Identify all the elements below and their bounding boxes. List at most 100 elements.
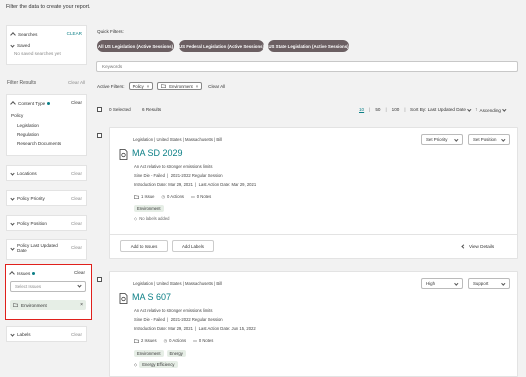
content-type-clear-button[interactable]: Clear [71,100,82,105]
selected-count: 0 Selected [109,107,131,112]
policy-last-updated-panel[interactable]: Policy Last Updated Date Clear [6,239,87,260]
quick-filter-all-us[interactable]: All US Legislation (Active Sessions) [97,40,174,52]
notes-icon: ▭ [191,194,195,199]
notes-count[interactable]: 0 Notes [199,338,213,343]
labels-line: ◇ Energy Efficiency [134,361,178,368]
actions-icon: ◷ [161,194,166,199]
priority-select[interactable]: Set Priority [421,134,463,145]
page-size-selector: 10 | 50 | 100 | [359,107,406,112]
policy-position-panel[interactable]: Policy Position Clear [6,215,87,231]
result-card: Legislation | United States | Massachuse… [109,127,518,259]
issue-chip-label: Environment [21,302,47,308]
sort-order-toggle[interactable]: ↑ Ascending [475,107,507,113]
active-dot-icon [47,101,51,105]
chevron-down-icon [10,43,15,48]
locations-clear-button[interactable]: Clear [71,171,82,176]
notes-count[interactable]: 0 Notes [197,194,211,199]
content-type-group[interactable]: Policy [11,113,23,118]
actions-count[interactable]: 0 Actions [169,338,186,343]
searches-clear-button[interactable]: CLEAR [67,31,82,36]
position-select[interactable]: Set Position [468,134,510,145]
result-breadcrumb: Legislation | United States | Massachuse… [133,281,222,286]
labels-line: ◇ No labels added [134,216,170,221]
page-size-option[interactable]: 100 [392,107,400,112]
content-type-option[interactable]: Research Documents [17,141,61,146]
policy-priority-title: Policy Priority [17,196,45,201]
policy-last-updated-clear-button[interactable]: Clear [71,245,82,250]
chevron-up-icon [10,32,16,38]
content-type-option[interactable]: Legislation [17,123,39,128]
folder-icon [134,194,139,199]
issue-chip-environment: Environment × [10,300,86,310]
select-all-checkbox[interactable] [97,107,102,112]
actions-count[interactable]: 0 Actions [167,194,184,199]
folder-icon [13,303,18,307]
sort-by-label: Sort By: Last Updated Date [410,107,466,112]
searches-header[interactable]: Searches [10,31,38,38]
quick-filter-us-state[interactable]: US State Legislation (Active Sessions) [268,40,349,52]
sort-order-label: Ascending [479,107,501,113]
labels-panel[interactable]: Labels Clear [6,326,87,342]
clear-all-filters-button[interactable]: Clear All [68,80,85,85]
issues-title: Issues [17,270,31,276]
issue-tags: Environment Energy [134,350,186,357]
priority-value: High [426,281,436,286]
issue-tag: Energy [166,350,186,357]
add-to-issues-button[interactable]: Add to Issues [120,240,168,252]
content-type-option[interactable]: Regulation [17,132,39,137]
priority-select[interactable]: High [421,278,463,289]
chevron-down-icon [467,107,472,111]
policy-position-clear-button[interactable]: Clear [71,221,82,226]
labels-clear-button[interactable]: Clear [71,332,82,337]
policy-priority-clear-button[interactable]: Clear [71,196,82,201]
position-select[interactable]: Support [468,278,510,289]
label-tag: Energy Efficiency [139,361,178,368]
remove-filter-icon[interactable]: × [196,84,198,89]
bill-status-line: Sine Die - Failed | 2021-2022 Regular Se… [134,173,223,178]
issue-tag: Environment [134,350,164,357]
bill-id-link[interactable]: MA S 607 [132,292,171,302]
filter-results-title: Filter Results [7,80,37,86]
chevron-down-icon [10,332,15,337]
result-checkbox[interactable] [97,133,102,138]
view-details-link[interactable]: View Details [461,244,494,249]
content-type-header[interactable]: Content Type [10,100,51,107]
chevron-down-icon [454,281,459,285]
chevron-left-icon [461,244,466,249]
active-filter-chip-environment: Environment × [157,82,203,90]
searches-title: Searches [18,31,38,37]
locations-panel[interactable]: Locations Clear [6,165,87,181]
page-size-option[interactable]: 10 [359,107,364,112]
page-size-option[interactable]: 50 [375,107,380,112]
labels-title: Labels [17,332,31,337]
content-type-panel: Content Type Clear Policy Legislation Re… [6,94,87,156]
bill-id-link[interactable]: MA SD 2029 [132,148,183,158]
active-filters-bar: Active Filters: Policy × Environment × C… [97,82,225,90]
issues-clear-button[interactable]: Clear [74,270,85,275]
remove-issue-icon[interactable]: × [80,302,83,308]
active-filters-clear-all-button[interactable]: Clear All [208,84,225,89]
card-divider [110,234,517,235]
add-labels-button[interactable]: Add Labels [172,240,214,252]
chevron-down-icon [501,281,506,285]
keywords-input[interactable] [96,61,518,72]
remove-filter-icon[interactable]: × [147,84,149,89]
active-filter-label: Policy [132,83,144,89]
results-count: 6 Results [142,107,162,112]
policy-last-updated-title: Policy Last Updated Date [17,243,58,254]
issues-header[interactable]: Issues [9,270,36,277]
quick-filter-us-federal[interactable]: US Federal Legislation (Active Sessions) [179,40,264,52]
bill-dates-line: Introduction Date: Mar 29, 2021 | Last A… [134,182,257,187]
issues-count[interactable]: 1 Issue [141,194,155,199]
active-filter-label: Environment [169,83,193,89]
saved-searches-header[interactable]: Saved [10,43,31,48]
saved-label: Saved [17,43,31,48]
result-checkbox[interactable] [97,277,102,282]
legislation-doc-icon [119,293,128,304]
chevron-down-icon [10,171,15,176]
active-filters-label: Active Filters: [97,83,125,89]
policy-priority-panel[interactable]: Policy Priority Clear [6,190,87,206]
issues-count[interactable]: 2 Issues [141,338,157,343]
issues-select[interactable]: Select Issues [10,281,86,292]
sort-by-dropdown[interactable]: Sort By: Last Updated Date [410,107,472,112]
